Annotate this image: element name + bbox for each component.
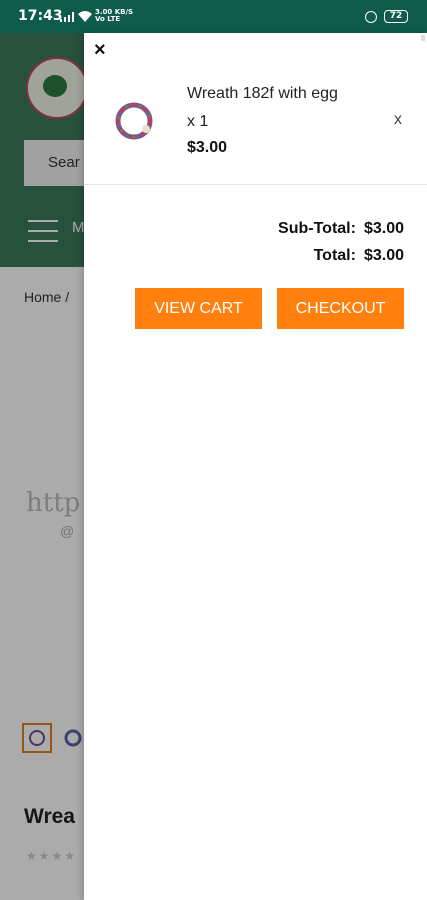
alarm-icon bbox=[365, 11, 377, 23]
status-time: 17:43 bbox=[18, 8, 63, 24]
cart-item: Wreath 182f with egg x 1 $3.00 x bbox=[84, 73, 427, 185]
item-name[interactable]: Wreath 182f with egg bbox=[187, 85, 338, 103]
total-label: Total: bbox=[313, 247, 356, 264]
product-image[interactable] bbox=[112, 99, 156, 143]
subtotal-value: $3.00 bbox=[363, 220, 404, 237]
item-quantity: x 1 bbox=[187, 113, 209, 130]
checkout-button[interactable]: CHECKOUT bbox=[277, 288, 404, 329]
cart-totals: Sub-Total: $3.00 Total: $3.00 bbox=[278, 215, 404, 269]
item-price: $3.00 bbox=[187, 139, 228, 156]
signal-icon bbox=[60, 12, 74, 22]
close-icon[interactable]: × bbox=[94, 39, 106, 61]
scrollbar[interactable] bbox=[421, 35, 425, 41]
remove-item-button[interactable]: x bbox=[394, 111, 402, 129]
network-speed: 3.00 KB/S Vo LTE bbox=[95, 8, 134, 23]
total-value: $3.00 bbox=[363, 247, 404, 264]
subtotal-row: Sub-Total: $3.00 bbox=[278, 215, 404, 242]
cart-drawer: × Wreath 182f with egg x 1 $3.00 x Sub-T… bbox=[84, 33, 427, 900]
battery-icon: 72 bbox=[384, 10, 408, 23]
total-row: Total: $3.00 bbox=[278, 242, 404, 269]
view-cart-button[interactable]: VIEW CART bbox=[135, 288, 262, 329]
status-bar: 17:43 3.00 KB/S Vo LTE 72 bbox=[0, 0, 427, 33]
wifi-icon bbox=[78, 11, 92, 22]
subtotal-label: Sub-Total: bbox=[278, 220, 356, 237]
drawer-backdrop[interactable] bbox=[0, 33, 84, 900]
